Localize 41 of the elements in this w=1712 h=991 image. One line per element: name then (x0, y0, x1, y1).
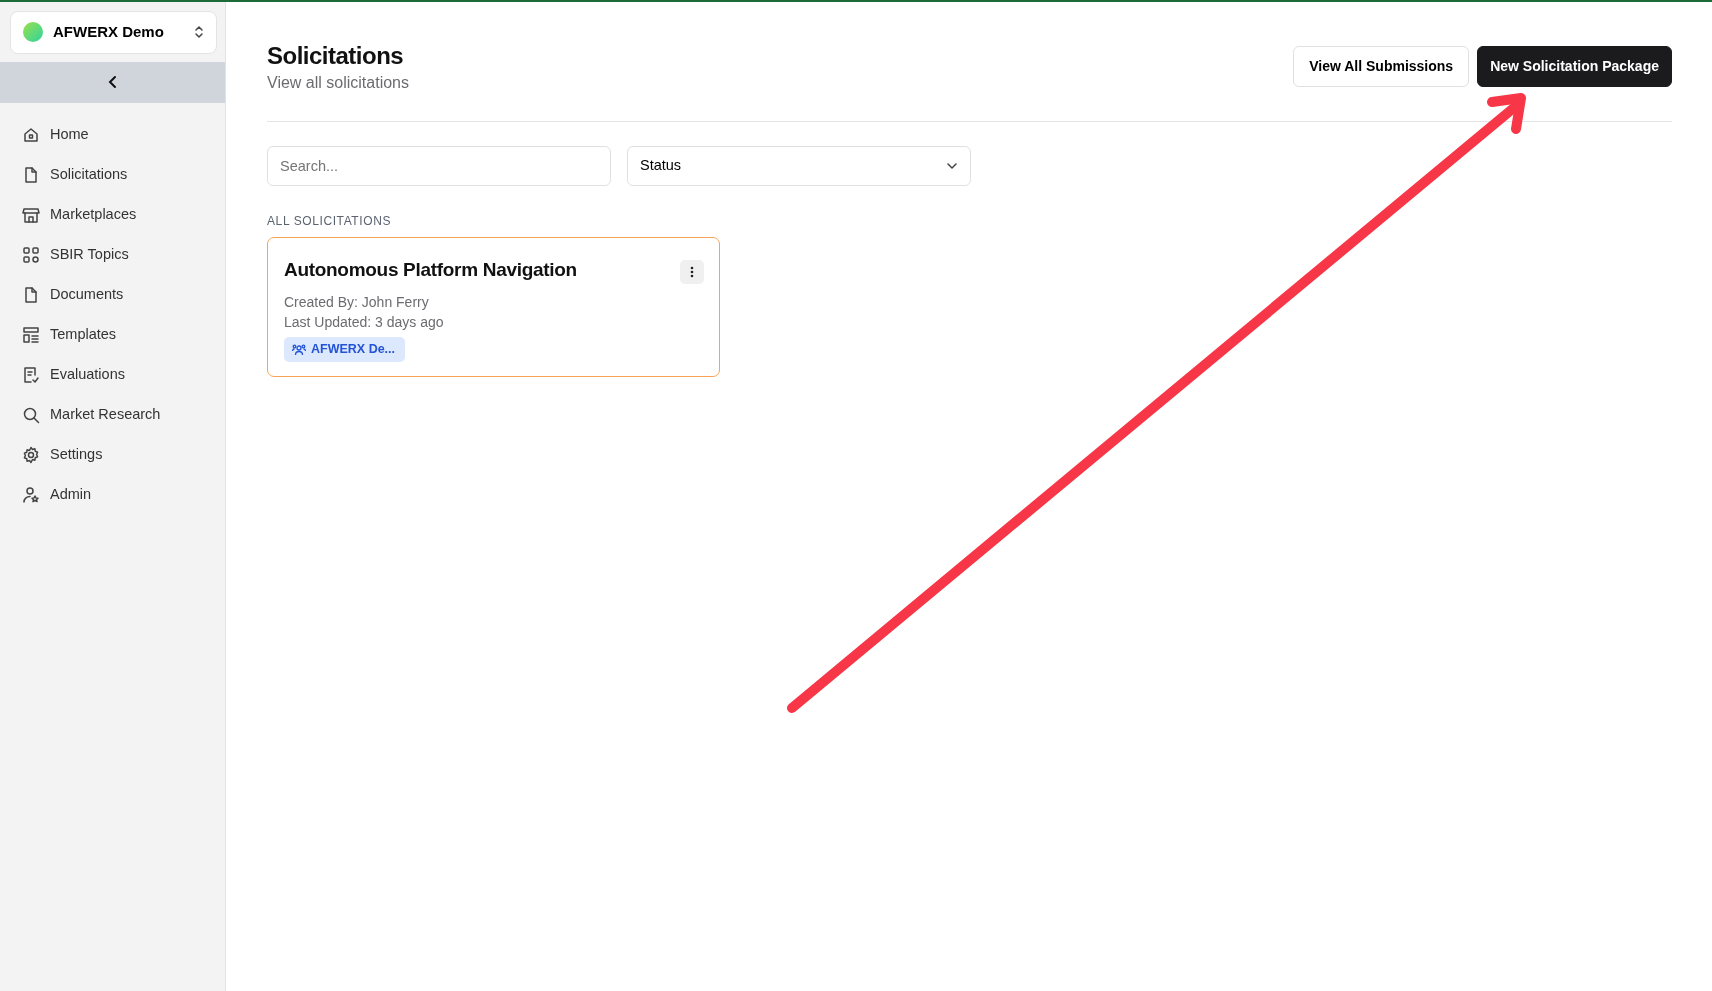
document-icon (22, 285, 40, 304)
layout-icon (22, 325, 40, 344)
settings-icon (22, 445, 40, 464)
new-package-button[interactable]: New Solicitation Package (1477, 46, 1672, 87)
kebab-icon (690, 265, 694, 278)
status-dropdown[interactable]: Status (627, 145, 971, 186)
grid-icon (22, 245, 40, 264)
card-title: Autonomous Platform Navigation (284, 257, 577, 282)
user-star-icon (22, 485, 40, 504)
workspace-tag: AFWERX De... (284, 337, 406, 363)
sidebar-item[interactable]: Marketplaces (22, 194, 137, 235)
sidebar-item[interactable]: Admin (22, 474, 92, 515)
checklist-icon (22, 365, 40, 384)
workspace-switcher[interactable]: AFWERX Demo (10, 11, 217, 54)
created-by-text: Created By: John Ferry (284, 293, 430, 313)
more-options-button[interactable] (680, 259, 704, 284)
sidebar-item[interactable]: Settings (22, 434, 103, 475)
sidebar-item[interactable]: Evaluations (22, 354, 125, 395)
last-updated-text: Last Updated: 3 days ago (284, 313, 445, 333)
section-label: ALL SOLICITATIONS (267, 212, 392, 230)
sidebar-item[interactable]: Documents (22, 274, 124, 315)
view-submissions-button[interactable]: View All Submissions (1293, 46, 1470, 87)
solicitation-card[interactable]: Autonomous Platform Navigation Created By: John Ferry Last Updated: 3 days ago AFWERX De... (267, 236, 720, 378)
document-icon (22, 165, 40, 184)
page-title: Solicitations (267, 42, 405, 71)
storefront-icon (22, 205, 40, 224)
chevron-updown-icon (194, 25, 204, 40)
workspace-logo-icon (23, 22, 43, 43)
home-icon (22, 125, 40, 144)
sidebar-item[interactable]: Home (22, 114, 89, 155)
page-subtitle: View all solicitations (267, 72, 409, 93)
search-icon (22, 405, 40, 424)
sidebar-item[interactable]: Templates (22, 314, 117, 355)
people-icon (292, 343, 306, 356)
chevron-down-icon (946, 161, 958, 170)
collapse-sidebar-button[interactable] (0, 61, 225, 103)
sidebar-item[interactable]: SBIR Topics (22, 234, 129, 275)
search-field[interactable]: Search... (267, 145, 611, 186)
sidebar-item[interactable]: Solicitations (22, 154, 128, 195)
sidebar-item[interactable]: Market Research (22, 394, 161, 435)
chevron-left-icon (107, 75, 118, 89)
